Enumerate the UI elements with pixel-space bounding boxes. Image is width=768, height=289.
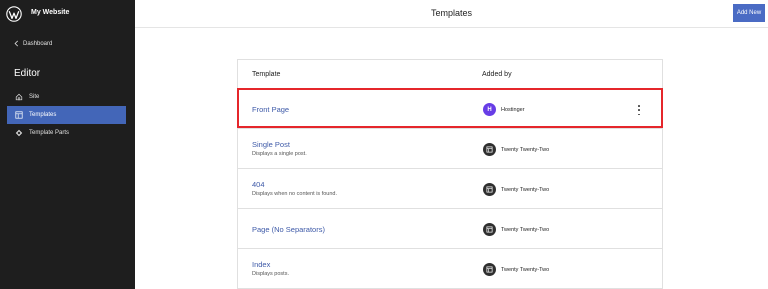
layout-icon <box>483 263 496 276</box>
author: Twenty Twenty-Two <box>483 143 549 156</box>
sidebar-item-template-parts[interactable]: Template Parts <box>7 124 126 142</box>
author: H Hostinger <box>483 103 525 116</box>
site-name: My Website <box>31 9 70 16</box>
column-header-added-by: Added by <box>482 71 512 78</box>
sidebar-item-templates[interactable]: Templates <box>7 106 126 124</box>
top-bar: Templates Add New <box>135 0 768 28</box>
table-row: Index Displays posts. Twenty Twenty-Two <box>238 250 662 289</box>
template-title-link[interactable]: 404 <box>252 180 265 189</box>
table-header: Template Added by <box>238 60 662 90</box>
table-row: Front Page H Hostinger <box>238 90 662 129</box>
site-header: My Website <box>0 0 135 28</box>
sidebar-item-site[interactable]: Site <box>7 88 126 106</box>
sidebar-item-label: Templates <box>29 112 57 118</box>
chevron-left-icon <box>14 40 19 47</box>
author: Twenty Twenty-Two <box>483 263 549 276</box>
layout-icon <box>483 223 496 236</box>
author-name: Twenty Twenty-Two <box>501 186 550 193</box>
home-icon <box>15 93 23 101</box>
layout-icon <box>483 183 496 196</box>
more-actions-icon[interactable] <box>636 105 642 115</box>
templates-icon <box>15 111 23 119</box>
author: Twenty Twenty-Two <box>483 223 549 236</box>
table-row: Single Post Displays a single post. Twen… <box>238 130 662 169</box>
template-description: Displays posts. <box>252 271 289 277</box>
column-header-template: Template <box>252 71 281 78</box>
main-content: Template Added by Front Page H Hostinger… <box>135 29 768 289</box>
template-title-link[interactable]: Front Page <box>252 105 289 114</box>
author-name: Hostinger <box>501 106 525 113</box>
sidebar-title: Editor <box>14 68 41 79</box>
template-description: Displays a single post. <box>252 151 307 157</box>
template-title-link[interactable]: Single Post <box>252 140 290 149</box>
add-new-button[interactable]: Add New <box>733 4 765 22</box>
template-title-link[interactable]: Page (No Separators) <box>252 225 325 234</box>
author-name: Twenty Twenty-Two <box>501 266 550 273</box>
templates-table: Template Added by Front Page H Hostinger… <box>237 59 663 289</box>
wordpress-logo-icon[interactable] <box>6 6 22 22</box>
author-name: Twenty Twenty-Two <box>501 226 550 233</box>
layout-icon <box>483 143 496 156</box>
template-title-link[interactable]: Index <box>252 260 270 269</box>
template-description: Displays when no content is found. <box>252 191 337 197</box>
sidebar-item-label: Template Parts <box>29 130 70 136</box>
author: Twenty Twenty-Two <box>483 183 549 196</box>
avatar: H <box>483 103 496 116</box>
sidebar: My Website Dashboard Editor Site Templat… <box>0 0 135 289</box>
sidebar-item-label: Site <box>29 94 40 100</box>
back-link-label: Dashboard <box>23 40 53 47</box>
template-parts-icon <box>15 129 23 137</box>
page-title: Templates <box>430 8 473 18</box>
author-name: Twenty Twenty-Two <box>501 146 550 153</box>
table-row: Page (No Separators) Twenty Twenty-Two <box>238 210 662 249</box>
back-to-dashboard-link[interactable]: Dashboard <box>13 40 52 47</box>
table-row: 404 Displays when no content is found. T… <box>238 170 662 209</box>
